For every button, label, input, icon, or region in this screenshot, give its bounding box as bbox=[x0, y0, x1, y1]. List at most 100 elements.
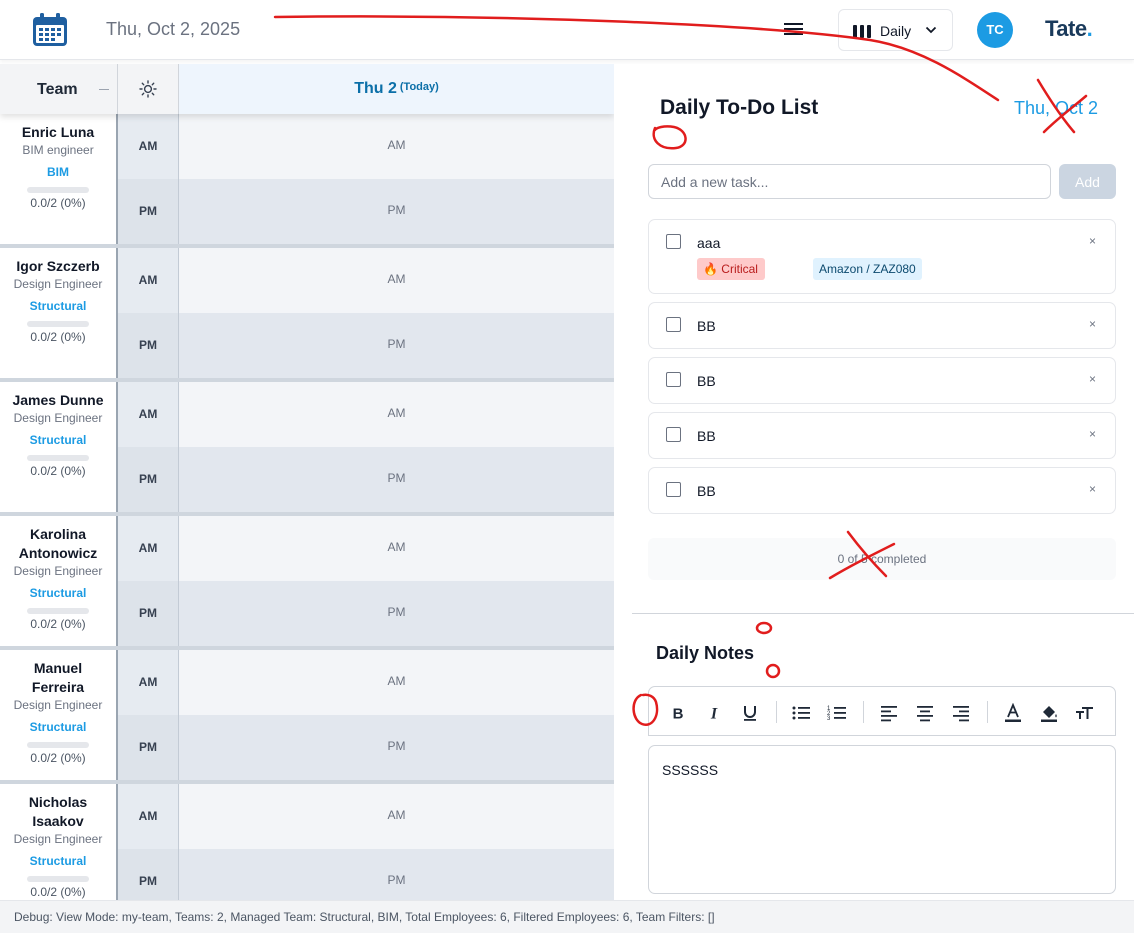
employee-progress: 0.0/2 (0%) bbox=[30, 330, 86, 344]
italic-icon[interactable]: I bbox=[704, 703, 724, 723]
employee-team: Structural bbox=[29, 720, 87, 734]
task-checkbox[interactable] bbox=[666, 317, 681, 332]
employee-row: Nicholas Isaakov Design Engineer Structu… bbox=[0, 784, 614, 900]
am-cell[interactable]: AM bbox=[179, 650, 614, 715]
day-column-header: Thu 2 (Today) bbox=[179, 64, 614, 114]
employee-role: Design Engineer bbox=[13, 564, 103, 578]
svg-text:3: 3 bbox=[827, 716, 831, 722]
calendar-icon[interactable] bbox=[31, 12, 69, 48]
am-cell[interactable]: AM bbox=[179, 784, 614, 849]
task-item[interactable]: BB × bbox=[648, 357, 1116, 404]
task-item[interactable]: BB × bbox=[648, 302, 1116, 349]
task-text: BB bbox=[697, 373, 716, 389]
employee-progress: 0.0/2 (0%) bbox=[30, 617, 86, 631]
employee-team: Structural bbox=[29, 586, 87, 600]
text-size-icon[interactable] bbox=[1075, 703, 1095, 723]
user-avatar[interactable]: TC bbox=[977, 12, 1013, 48]
task-checkbox[interactable] bbox=[666, 372, 681, 387]
numbered-list-icon[interactable]: 123 bbox=[827, 703, 847, 723]
task-item[interactable]: BB × bbox=[648, 412, 1116, 459]
pm-cell[interactable]: PM bbox=[179, 313, 614, 378]
priority-label: Critical bbox=[721, 262, 758, 276]
task-checkbox[interactable] bbox=[666, 427, 681, 442]
bullet-list-icon[interactable] bbox=[791, 703, 811, 723]
employee-rows: Enric Luna BIM engineer BIM 0.0/2 (0%) A… bbox=[0, 114, 614, 900]
right-panel: Daily To-Do List Thu, Oct 2 Add aaa × 🔥 C… bbox=[614, 64, 1134, 900]
notes-editor[interactable]: SSSSSS bbox=[648, 745, 1116, 894]
am-slot: AM AM bbox=[118, 784, 614, 849]
employee-info[interactable]: Enric Luna BIM engineer BIM 0.0/2 (0%) bbox=[0, 114, 118, 244]
toolbar-separator bbox=[987, 701, 988, 723]
employee-name: Nicholas Isaakov bbox=[28, 794, 88, 829]
employee-info[interactable]: Igor Szczerb Design Engineer Structural … bbox=[0, 248, 118, 378]
employee-team: Structural bbox=[29, 854, 87, 868]
delete-task-button[interactable]: × bbox=[1089, 372, 1096, 386]
delete-task-button[interactable]: × bbox=[1089, 427, 1096, 441]
employee-name: Manuel Ferreira bbox=[31, 660, 85, 695]
align-left-icon[interactable] bbox=[879, 703, 899, 723]
sun-icon bbox=[139, 80, 157, 98]
pm-cell[interactable]: PM bbox=[179, 179, 614, 244]
period-column-header bbox=[118, 64, 179, 114]
app-window: Thu, Oct 2, 2025 Daily TC Tate. Team Thu… bbox=[0, 0, 1134, 933]
employee-info[interactable]: Nicholas Isaakov Design Engineer Structu… bbox=[0, 784, 118, 900]
am-label: AM bbox=[118, 114, 179, 179]
align-center-icon[interactable] bbox=[915, 703, 935, 723]
team-column-header[interactable]: Team bbox=[0, 64, 118, 114]
employee-team: BIM bbox=[47, 165, 69, 179]
delete-task-button[interactable]: × bbox=[1089, 234, 1096, 248]
progress-bar bbox=[27, 187, 89, 193]
highlight-icon[interactable] bbox=[1039, 703, 1059, 723]
notes-toolbar: B I 123 bbox=[648, 686, 1116, 736]
progress-bar bbox=[27, 455, 89, 461]
bold-icon[interactable]: B bbox=[668, 703, 688, 723]
employee-info[interactable]: Manuel Ferreira Design Engineer Structur… bbox=[0, 650, 118, 780]
employee-row: Manuel Ferreira Design Engineer Structur… bbox=[0, 650, 614, 784]
text-color-icon[interactable] bbox=[1003, 703, 1023, 723]
employee-info[interactable]: James Dunne Design Engineer Structural 0… bbox=[0, 382, 118, 512]
pm-cell[interactable]: PM bbox=[179, 715, 614, 780]
task-item[interactable]: aaa × 🔥 Critical Amazon / ZAZ080 bbox=[648, 219, 1116, 294]
am-slot: AM AM bbox=[118, 382, 614, 447]
new-task-input[interactable] bbox=[648, 164, 1051, 199]
resize-handle[interactable] bbox=[99, 89, 109, 90]
task-checkbox[interactable] bbox=[666, 234, 681, 249]
am-cell[interactable]: AM bbox=[179, 382, 614, 447]
am-cell[interactable]: AM bbox=[179, 248, 614, 313]
team-header-label: Team bbox=[37, 81, 78, 98]
top-header: Thu, Oct 2, 2025 Daily TC Tate. bbox=[0, 0, 1134, 60]
section-divider bbox=[632, 613, 1134, 614]
task-checkbox[interactable] bbox=[666, 482, 681, 497]
employee-team: Structural bbox=[29, 299, 87, 313]
toolbar-separator bbox=[776, 701, 777, 723]
am-slot: AM AM bbox=[118, 516, 614, 581]
employee-row: Enric Luna BIM engineer BIM 0.0/2 (0%) A… bbox=[0, 114, 614, 248]
employee-progress: 0.0/2 (0%) bbox=[30, 751, 86, 765]
view-mode-select[interactable]: Daily bbox=[838, 9, 953, 51]
am-cell[interactable]: AM bbox=[179, 516, 614, 581]
delete-task-button[interactable]: × bbox=[1089, 482, 1096, 496]
task-text: BB bbox=[697, 318, 716, 334]
chevron-down-icon bbox=[925, 26, 937, 34]
today-label: (Today) bbox=[399, 81, 439, 93]
pm-cell[interactable]: PM bbox=[179, 581, 614, 646]
pm-cell[interactable]: PM bbox=[179, 447, 614, 512]
delete-task-button[interactable]: × bbox=[1089, 317, 1096, 331]
add-task-button[interactable]: Add bbox=[1059, 164, 1116, 199]
employee-info[interactable]: Karolina Antonowicz Design Engineer Stru… bbox=[0, 516, 118, 646]
employee-row: James Dunne Design Engineer Structural 0… bbox=[0, 382, 614, 516]
employee-row: Karolina Antonowicz Design Engineer Stru… bbox=[0, 516, 614, 650]
task-text: BB bbox=[697, 483, 716, 499]
brand-logo[interactable]: Tate. bbox=[1045, 16, 1093, 42]
pm-cell[interactable]: PM bbox=[179, 849, 614, 900]
pm-slot: PM PM bbox=[118, 447, 614, 512]
employee-progress: 0.0/2 (0%) bbox=[30, 885, 86, 899]
align-right-icon[interactable] bbox=[951, 703, 971, 723]
am-label: AM bbox=[118, 650, 179, 715]
pm-label: PM bbox=[118, 849, 179, 900]
hamburger-menu-icon[interactable] bbox=[783, 20, 805, 38]
am-cell[interactable]: AM bbox=[179, 114, 614, 179]
underline-icon[interactable] bbox=[740, 703, 760, 723]
task-item[interactable]: BB × bbox=[648, 467, 1116, 514]
employee-name: James Dunne bbox=[12, 392, 104, 408]
